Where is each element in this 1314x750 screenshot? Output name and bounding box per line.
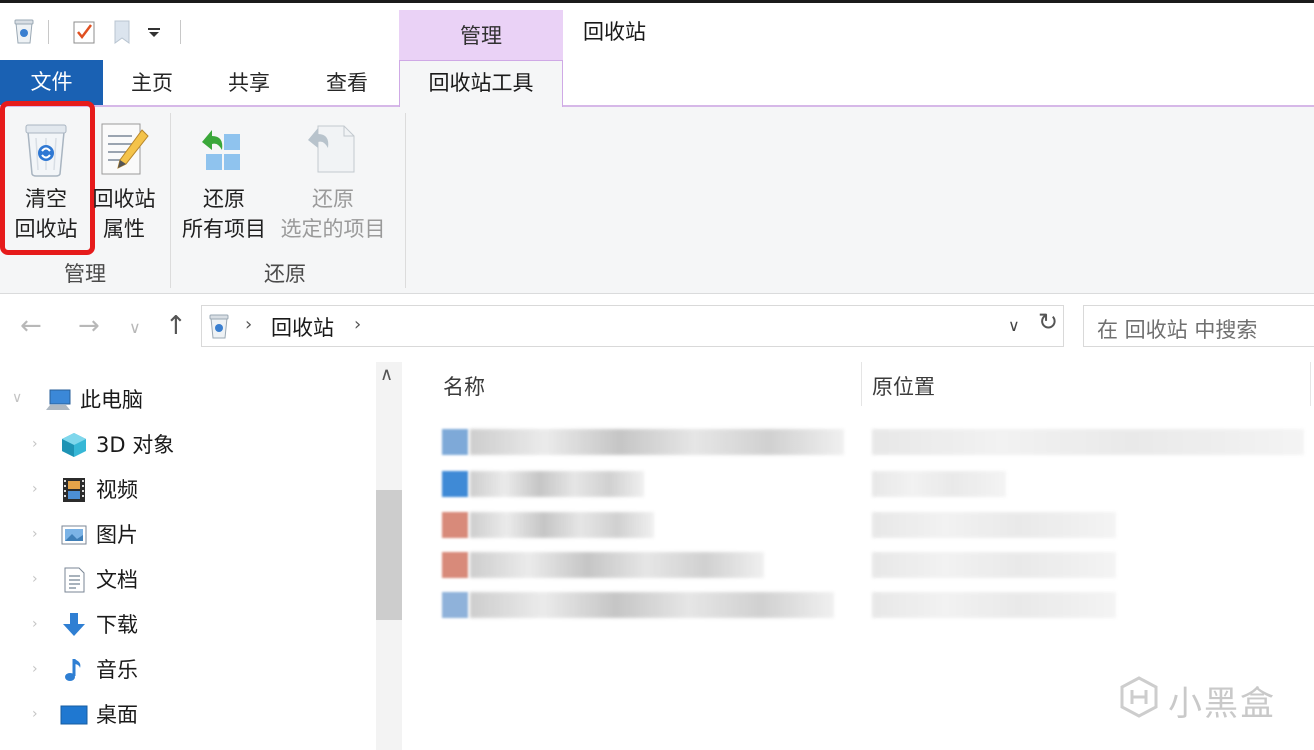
tab-recycle-bin-tools[interactable]: 回收站工具 [399,60,563,108]
nav-pane-scroll-thumb[interactable] [376,490,402,620]
list-item[interactable] [440,590,1310,620]
list-item[interactable] [440,550,1310,580]
video-icon [63,478,85,502]
nav-item-3d-objects[interactable]: 3D 对象 [60,426,174,462]
tab-view[interactable]: 查看 [312,60,382,105]
restore-all-items-button[interactable]: 还原 所有项目 [176,110,272,250]
expand-chevron-icon[interactable]: › [32,616,38,632]
blurred-file-name [470,512,654,538]
nav-item-music[interactable]: 音乐 [60,651,138,687]
list-item[interactable] [440,427,1310,457]
file-icon [442,552,468,578]
breadcrumb-recycle-bin[interactable]: 回收站 [271,312,334,342]
blurred-file-name [470,592,834,618]
nav-item-downloads[interactable]: 下载 [60,606,138,642]
column-header-name[interactable]: 名称 [443,371,485,401]
expand-chevron-icon[interactable]: › [32,571,38,587]
forward-arrow-icon[interactable]: → [78,311,100,341]
qa-separator [180,20,181,44]
ribbon-group-restore: 还原 [264,262,306,286]
title-bar [0,3,1314,60]
watermark-logo-icon [1120,676,1158,718]
expand-chevron-icon[interactable]: › [32,481,38,497]
ribbon-separator [405,113,406,288]
restore-selected-icon [308,125,355,173]
properties-check-icon[interactable] [71,19,97,45]
nav-item-desktop[interactable]: 桌面 [60,696,138,732]
search-placeholder: 在 回收站 中搜索 [1097,318,1258,342]
ribbon-group-manage: 管理 [64,262,106,286]
blurred-location [872,471,1006,497]
up-arrow-icon[interactable]: ↑ [165,311,187,341]
recent-locations-chevron-icon[interactable]: ∨ [129,318,141,337]
blurred-location [872,512,1116,538]
file-icon [442,592,468,618]
blurred-file-name [470,471,644,497]
restore-all-label-1: 还原 [203,187,245,211]
scroll-up-arrow-icon[interactable]: ∧ [380,364,393,385]
properties-label-1: 回收站 [92,187,156,211]
file-icon [442,429,468,455]
column-header-original-location[interactable]: 原位置 [872,371,935,401]
nav-item-documents[interactable]: 文档 [60,561,138,597]
tab-share[interactable]: 共享 [214,60,284,105]
restore-all-label-2: 所有项目 [182,217,266,241]
file-icon [442,471,468,497]
cube-3d-icon [62,433,86,457]
blurred-location [872,552,1116,578]
expand-chevron-icon[interactable]: ∨ [12,390,22,406]
qa-separator [48,20,49,44]
new-folder-icon[interactable] [112,19,132,45]
expand-chevron-icon[interactable]: › [32,526,38,542]
blurred-file-name [470,429,844,455]
list-item[interactable] [440,510,1310,540]
highlight-box [0,101,95,255]
picture-icon [61,525,87,545]
list-item[interactable] [440,469,1310,499]
restore-selected-label-2: 选定的项目 [280,217,386,241]
recycle-bin-small-icon[interactable] [13,17,35,45]
window-title: 回收站 [583,20,646,44]
breadcrumb-chevron-icon[interactable]: › [354,314,361,335]
tab-home[interactable]: 主页 [117,60,187,105]
expand-chevron-icon[interactable]: › [32,661,38,677]
recycle-bin-properties-button[interactable]: 回收站 属性 [90,110,158,250]
context-tab-manage[interactable]: 管理 [399,10,563,60]
file-icon [442,512,468,538]
properties-label-2: 属性 [103,217,145,241]
restore-selected-items-button[interactable]: 还原 选定的项目 [274,110,392,250]
blurred-location [872,592,1116,618]
address-dropdown-chevron-icon[interactable]: ∨ [1008,316,1020,335]
music-icon [65,659,81,681]
refresh-icon[interactable]: ↻ [1038,308,1058,336]
column-separator [1310,362,1311,406]
nav-item-this-pc[interactable]: 此电脑 [44,381,143,417]
watermark-text: 小黑盒 [1168,684,1276,724]
download-icon [63,613,85,636]
blurred-file-name [470,552,764,578]
customize-toolbar-icon[interactable] [147,28,161,38]
ribbon-tab-row [0,60,1314,107]
recycle-bin-address-icon [209,314,229,339]
breadcrumb-chevron-icon[interactable]: › [245,314,252,335]
expand-chevron-icon[interactable]: › [32,436,38,452]
ribbon-separator [170,113,171,288]
nav-item-videos[interactable]: 视频 [60,471,138,507]
back-arrow-icon[interactable]: ← [20,311,42,341]
document-icon [64,567,85,593]
computer-icon [46,389,71,410]
desktop-icon [60,705,88,725]
restore-selected-label-1: 还原 [312,187,354,211]
restore-all-icon [202,130,240,170]
expand-chevron-icon[interactable]: › [32,706,38,722]
properties-icon [101,123,149,175]
nav-item-pictures[interactable]: 图片 [60,516,138,552]
tab-file[interactable]: 文件 [0,60,103,105]
column-separator[interactable] [861,362,862,406]
blurred-location [872,429,1304,455]
